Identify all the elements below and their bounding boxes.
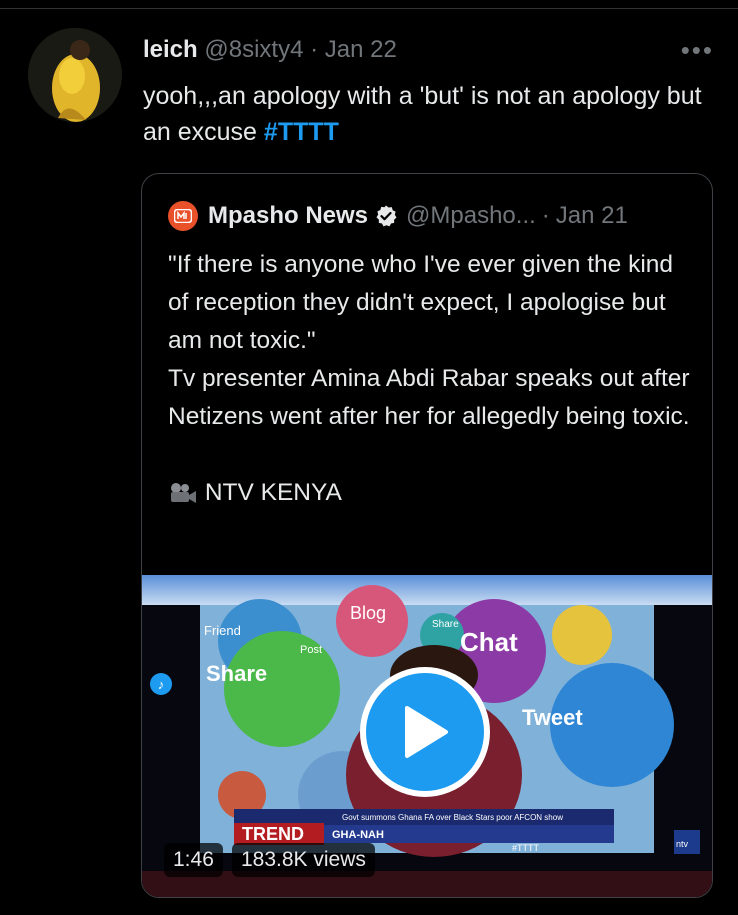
bubble-word: Share: [432, 619, 459, 630]
video-player[interactable]: Blog Friend Chat Share Tweet Post Share …: [142, 575, 712, 897]
bubble-word: Friend: [204, 623, 241, 638]
avatar-image: [28, 28, 122, 122]
top-divider: [0, 8, 738, 9]
ticker-hashtag: #TTTT: [512, 843, 539, 853]
music-note-icon[interactable]: ♪: [150, 673, 172, 695]
quoted-tweet-card[interactable]: Mpasho News @Mpasho... · Jan 21 "If ther…: [141, 173, 713, 898]
hashtag-link[interactable]: #TTTT: [264, 118, 339, 146]
play-icon: [405, 706, 448, 758]
author-name[interactable]: leich: [143, 36, 198, 63]
quoted-author-handle[interactable]: @Mpasho...: [406, 202, 536, 230]
more-dots-icon[interactable]: •••: [681, 37, 714, 63]
channel-logo: ntv: [676, 839, 689, 849]
tweet-body: yooh,,,an apology with a 'but' is not an…: [143, 82, 702, 146]
quoted-quote-line: "If there is anyone who I've ever given …: [168, 251, 674, 354]
quoted-separator: ·: [541, 202, 550, 229]
video-duration: 1:46: [164, 843, 223, 877]
ticker-brand: TREND: [242, 824, 304, 844]
play-button[interactable]: [360, 667, 490, 797]
quoted-author-name[interactable]: Mpasho News: [208, 202, 368, 230]
bubble-word: Post: [300, 644, 322, 656]
bubble-word: Blog: [350, 603, 386, 623]
bubble-word: Chat: [460, 627, 518, 657]
tweet-date[interactable]: Jan 22: [325, 36, 397, 63]
ticker-sub: GHA-NAH: [332, 829, 384, 841]
quoted-text: "If there is anyone who I've ever given …: [168, 246, 698, 512]
quoted-header: Mpasho News @Mpasho... · Jan 21: [168, 200, 628, 232]
header-separator: ·: [310, 36, 319, 63]
bubble-word: Tweet: [522, 705, 583, 730]
quoted-description-line: Tv presenter Amina Abdi Rabar speaks out…: [168, 365, 690, 430]
bubble-word: Share: [206, 661, 267, 686]
author-handle[interactable]: @8sixty4: [204, 36, 303, 63]
tweet-header: leich @8sixty4 · Jan 22: [143, 36, 397, 64]
verified-badge-icon: [376, 205, 397, 227]
ticker-headline: Govt summons Ghana FA over Black Stars p…: [342, 813, 563, 822]
credit-line: NTV KENYA: [168, 474, 698, 512]
avatar[interactable]: [28, 28, 122, 122]
mpasho-logo-avatar[interactable]: [168, 201, 198, 231]
tweet-text: yooh,,,an apology with a 'but' is not an…: [143, 78, 703, 150]
quoted-date[interactable]: Jan 21: [556, 202, 628, 230]
movie-camera-icon: [171, 483, 196, 503]
video-views: 183.8K views: [232, 843, 375, 877]
credit-text: NTV KENYA: [204, 479, 342, 506]
mpasho-logo-icon: [174, 209, 192, 223]
